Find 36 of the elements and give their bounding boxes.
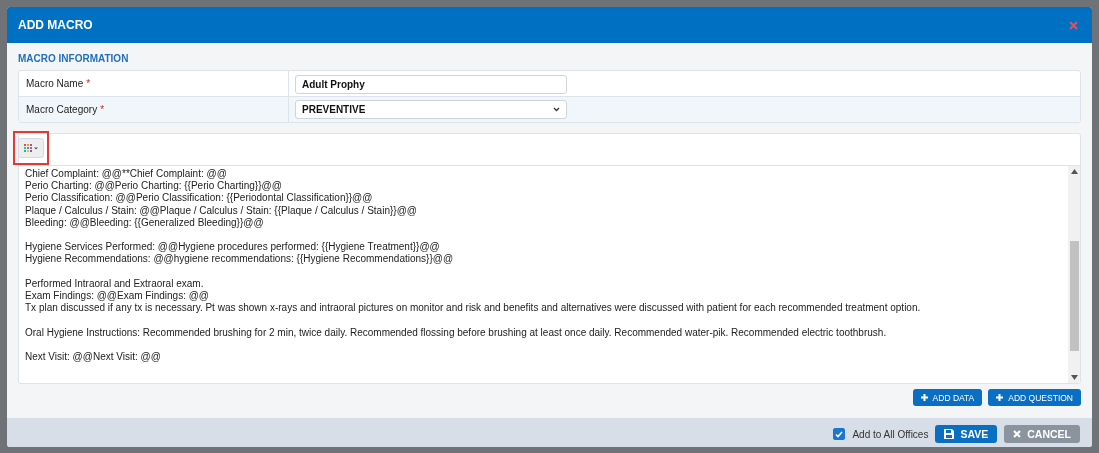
checkbox-label: Add to All Offices bbox=[852, 428, 929, 440]
required-mark: * bbox=[100, 104, 105, 115]
plus-icon bbox=[920, 394, 928, 401]
field-label: Macro Category bbox=[26, 104, 98, 115]
editor-text-line: Hygiene Services Performed: @@Hygiene procedures performed: {{Hygiene Treatment}}@@ bbox=[25, 241, 441, 254]
save-button[interactable]: SAVE bbox=[935, 425, 998, 443]
editor-text-line: Exam Findings: @@Exam Findings: @@ bbox=[25, 290, 210, 303]
editor-text-line: Hygiene Recommendations: @@hygiene recommendations: {{Hygiene Recommendations}}@@ bbox=[25, 253, 455, 266]
scrollbar-thumb[interactable] bbox=[1069, 240, 1079, 351]
palette-dropdown-button[interactable] bbox=[18, 138, 44, 158]
close-icon bbox=[1013, 430, 1022, 438]
required-mark: * bbox=[86, 78, 91, 89]
input-field[interactable]: Adult Prophy bbox=[295, 74, 567, 94]
editor-text-line: Next Visit: @@Next Visit: @@ bbox=[25, 351, 162, 364]
add-button[interactable]: ADD QUESTION bbox=[988, 389, 1081, 406]
editor-text-line: Plaque / Calculus / Stain: @@Plaque / Calculus / Stain: {{Plaque / Calculus / Stain}}@@ bbox=[25, 204, 418, 217]
editor-text-line: Oral Hygiene Instructions: Recommended brushing for 2 min, twice daily. Recommended flossing before brushing at least once daily. Recommended water-pik. Recommended electric toothbrush. bbox=[25, 326, 888, 339]
editor-text-line: Perio Classification: @@Perio Classification: {{Periodontal Classification}}@@ bbox=[25, 192, 374, 205]
chevron-down-icon bbox=[553, 107, 560, 112]
scroll-down-icon[interactable] bbox=[1070, 375, 1078, 380]
palette-icon bbox=[23, 143, 39, 153]
cancel-button[interactable]: CANCEL bbox=[1004, 425, 1080, 443]
editor-text-line: Bleeding: @@Bleeding: {{Generalized Bleeding}}@@ bbox=[25, 216, 265, 229]
editor-text-line: Tx plan discussed if any tx is necessary. Pt was shown x-rays and intraoral pictures on monitor and risk and benefits and alternatives were discussed with patient for each recommended treatment option. bbox=[25, 302, 922, 315]
select-field[interactable]: PREVENTIVE bbox=[295, 100, 567, 119]
editor-text-line: Performed Intraoral and Extraoral exam. bbox=[25, 277, 205, 290]
section-title: MACRO INFORMATION bbox=[18, 53, 130, 64]
scroll-up-icon[interactable] bbox=[1070, 169, 1078, 174]
editor-text-line: Perio Charting: @@Perio Charting: {{Perio Charting}}@@ bbox=[25, 180, 283, 193]
scrollbar-track[interactable] bbox=[1068, 166, 1080, 383]
editor-text-line: Chief Complaint: @@**Chief Complaint: @@ bbox=[25, 168, 228, 181]
add-button[interactable]: ADD DATA bbox=[912, 389, 983, 406]
checkbox[interactable] bbox=[833, 428, 846, 440]
field-label: Macro Name bbox=[26, 78, 84, 89]
dialog-title: ADD MACRO bbox=[18, 18, 93, 32]
plus-icon bbox=[996, 394, 1004, 401]
